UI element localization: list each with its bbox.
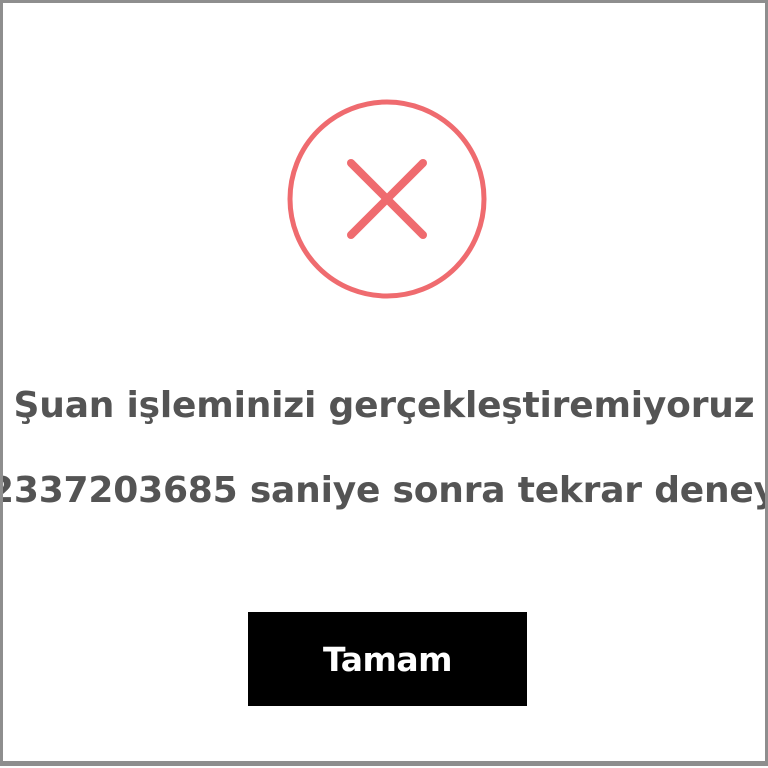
error-dialog: Şuan işleminizi gerçekleştiremiyoruz 233… — [0, 0, 768, 766]
error-message-line1: Şuan işleminizi gerçekleştiremiyoruz — [13, 385, 755, 426]
error-x-circle-icon — [287, 99, 487, 299]
error-message-line2: 2337203685 saniye sonra tekrar deney — [0, 470, 768, 511]
ok-button[interactable]: Tamam — [248, 612, 527, 706]
